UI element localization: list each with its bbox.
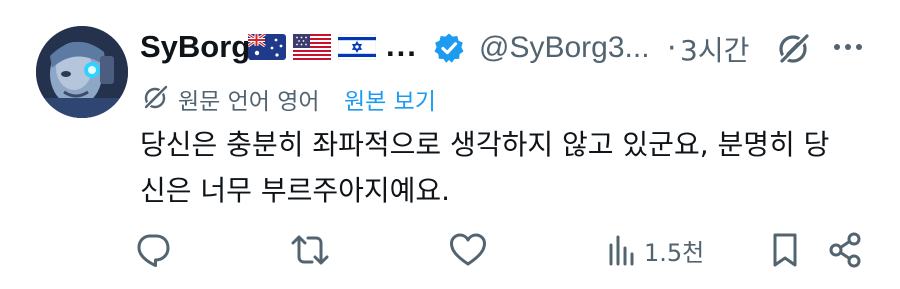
timestamp[interactable]: 3시간 bbox=[680, 29, 749, 69]
grok-translate-icon bbox=[144, 85, 168, 109]
verified-badge-icon[interactable] bbox=[433, 32, 465, 64]
bookmark-button[interactable] bbox=[770, 228, 800, 272]
tweet-text-line: 신은 너무 부르주아지예요. bbox=[140, 174, 451, 207]
grok-icon[interactable] bbox=[776, 30, 812, 66]
translation-notice: 원문 언어 영어 원본 보기 bbox=[140, 80, 560, 116]
translation-label: 원문 언어 영어 bbox=[178, 89, 320, 115]
analytics-icon bbox=[609, 235, 634, 266]
more-options-icon[interactable] bbox=[830, 34, 866, 60]
tweet-text-line: 당신은 충분히 좌파적으로 생각하지 않고 있군요, 분명히 당 bbox=[140, 128, 830, 161]
reply-button[interactable] bbox=[134, 228, 172, 272]
retweet-icon bbox=[291, 235, 329, 265]
views-button[interactable]: 1.5천 bbox=[608, 228, 704, 272]
share-icon bbox=[829, 232, 861, 268]
show-original-link[interactable]: 원본 보기 bbox=[344, 82, 436, 116]
israel-flag-icon bbox=[338, 34, 376, 60]
reply-icon bbox=[137, 234, 170, 267]
like-button[interactable] bbox=[448, 228, 488, 272]
retweet-button[interactable] bbox=[290, 228, 330, 272]
user-handle[interactable]: @SyBorg3... bbox=[479, 31, 650, 65]
heart-icon bbox=[450, 233, 486, 266]
tweet-text: 당신은 충분히 좌파적으로 생각하지 않고 있군요, 분명히 당 신은 너무 부… bbox=[140, 122, 870, 214]
share-button[interactable] bbox=[828, 228, 862, 272]
tweet-header: SyBorg ... @SyBorg3... · 3시간 bbox=[140, 26, 870, 68]
usa-flag-icon bbox=[293, 34, 331, 60]
tweet-card[interactable]: SyBorg ... @SyBorg3... · 3시간 원문 언어 영어 원본… bbox=[0, 0, 900, 289]
display-name[interactable]: SyBorg bbox=[140, 29, 250, 65]
avatar[interactable] bbox=[36, 26, 128, 118]
name-ellipsis: ... bbox=[386, 28, 418, 63]
flag-emojis bbox=[248, 34, 376, 62]
separator-dot: · bbox=[667, 31, 677, 66]
views-count: 1.5천 bbox=[644, 238, 705, 267]
bookmark-icon bbox=[773, 233, 797, 267]
action-bar: 1.5천 bbox=[130, 228, 870, 272]
australia-flag-icon bbox=[248, 34, 286, 60]
